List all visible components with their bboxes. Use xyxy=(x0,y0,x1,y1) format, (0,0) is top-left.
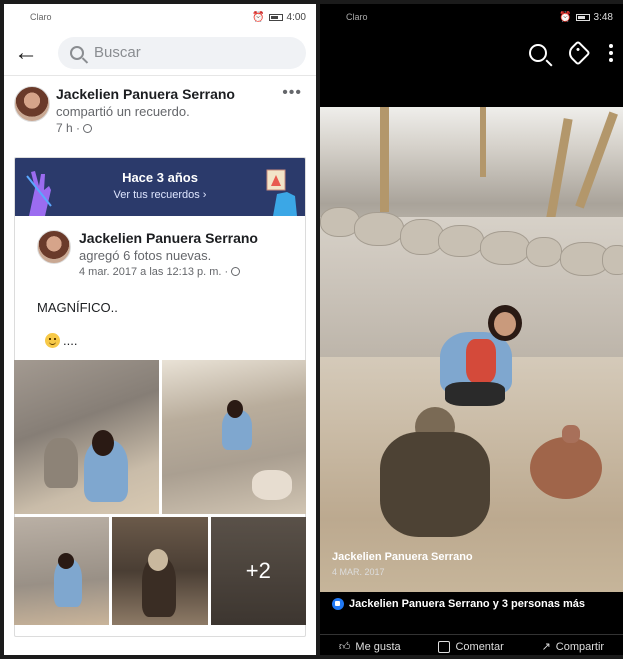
shared-action: agregó 6 fotos nuevas. xyxy=(79,248,212,263)
status-bar: Claro ⏰ 3:48 xyxy=(320,4,623,30)
search-header: ← Buscar xyxy=(4,30,316,76)
post-header: Jackelien Panuera Serrano compartió un r… xyxy=(4,76,316,135)
like-button[interactable]: 👍︎ Me gusta xyxy=(338,640,401,654)
globe-icon xyxy=(83,124,93,133)
reactions-text: Jackelien Panuera Serrano y 3 personas m… xyxy=(349,598,586,610)
post-message: MAGNÍFICO.. xyxy=(37,300,118,315)
search-icon[interactable] xyxy=(529,44,547,62)
post-action: compartió un recuerdo. xyxy=(56,104,190,119)
hand-illustration-icon xyxy=(26,171,52,216)
right-phone-screen: Claro ⏰ 3:48 Jackelien Panuera Serrano 4… xyxy=(320,4,623,655)
share-label: Compartir xyxy=(555,640,605,653)
shared-date[interactable]: 4 mar. 2017 a las 12:13 p. m. · xyxy=(79,266,228,278)
left-phone-screen: Claro ⏰ 4:00 ← Buscar Jackelien Panuera … xyxy=(4,4,316,655)
status-bar: Claro ⏰ 4:00 xyxy=(4,4,316,30)
photo-thumbnail[interactable] xyxy=(161,360,306,514)
alarm-icon: ⏰ xyxy=(559,11,572,23)
like-label: Me gusta xyxy=(355,640,401,653)
memory-banner[interactable]: Hace 3 años Ver tus recuerdos › xyxy=(15,158,305,216)
avatar[interactable] xyxy=(14,86,50,122)
search-placeholder: Buscar xyxy=(94,44,141,61)
photo-grid: +2 xyxy=(14,360,306,625)
carrier-label: Claro xyxy=(346,12,368,22)
more-options-icon[interactable]: ••• xyxy=(282,84,302,102)
battery-icon xyxy=(575,13,590,21)
thumbs-up-icon: 👍︎ xyxy=(338,641,351,653)
like-reaction-icon xyxy=(332,598,344,610)
clock: 4:00 xyxy=(286,11,306,23)
photo-thumbnail[interactable] xyxy=(112,517,208,625)
comment-button[interactable]: Comentar xyxy=(438,640,504,653)
battery-icon xyxy=(268,13,283,21)
emoji-suffix: .... xyxy=(63,333,78,348)
photo-thumbnail[interactable] xyxy=(14,360,159,514)
search-input[interactable]: Buscar xyxy=(58,36,306,69)
photo-toolbar xyxy=(320,30,623,76)
clock: 3:48 xyxy=(593,11,613,23)
share-button[interactable]: ↗ Compartir xyxy=(541,640,605,654)
alarm-icon: ⏰ xyxy=(252,11,265,23)
action-bar: 👍︎ Me gusta Comentar ↗ Compartir xyxy=(320,634,623,655)
reactions-summary[interactable]: Jackelien Panuera Serrano y 3 personas m… xyxy=(332,598,585,610)
post-author[interactable]: Jackelien Panuera Serrano xyxy=(56,86,235,102)
back-arrow-icon[interactable]: ← xyxy=(14,40,46,65)
post-time[interactable]: 7 h · xyxy=(56,121,80,135)
globe-icon xyxy=(231,267,241,276)
search-icon xyxy=(70,45,84,60)
more-photos-overlay[interactable]: +2 xyxy=(210,517,306,625)
photo-thumbnail[interactable]: +2 xyxy=(210,517,306,625)
tag-icon[interactable] xyxy=(565,40,591,66)
shared-avatar[interactable] xyxy=(37,230,71,264)
carrier-label: Claro xyxy=(30,12,52,22)
more-options-icon[interactable] xyxy=(609,44,613,62)
share-icon: ↗ xyxy=(541,641,551,653)
photo-author[interactable]: Jackelien Panuera Serrano xyxy=(332,551,473,563)
full-photo[interactable] xyxy=(320,107,623,592)
comment-label: Comentar xyxy=(455,640,504,653)
smiley-emoji-icon xyxy=(45,333,60,348)
shared-author[interactable]: Jackelien Panuera Serrano xyxy=(79,230,258,246)
screenshot-collage: Claro ⏰ 4:00 ← Buscar Jackelien Panuera … xyxy=(0,0,623,659)
photo-date: 4 MAR. 2017 xyxy=(332,567,385,577)
comment-icon xyxy=(438,640,451,653)
photo-hand-illustration-icon xyxy=(266,169,297,216)
photo-thumbnail[interactable] xyxy=(14,517,110,625)
emoji-line: .... xyxy=(45,333,295,348)
shared-post: Jackelien Panuera Serrano agregó 6 fotos… xyxy=(15,216,305,348)
